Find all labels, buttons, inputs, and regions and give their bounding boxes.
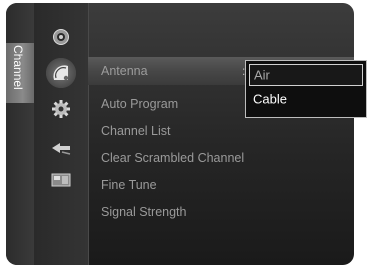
menu-item-label: Auto Program [101, 97, 179, 111]
category-tab-label: Channel [11, 45, 25, 90]
menu-header-band [88, 3, 354, 57]
dropdown-option-label: Air [254, 67, 270, 83]
menu-item-clear-scrambled-channel[interactable]: Clear Scrambled Channel [88, 144, 354, 172]
menu-item-fine-tune[interactable]: Fine Tune [88, 171, 354, 199]
antenna-dropdown[interactable]: Air Cable [245, 60, 367, 118]
menu-item-label: Channel List [101, 124, 171, 138]
category-tab-channel[interactable]: Channel [6, 43, 34, 103]
menu-icon-column [34, 3, 89, 265]
picture-icon[interactable] [50, 26, 72, 48]
category-sidebar: Channel [6, 3, 34, 265]
osd-menu-panel: Channel Antenna: Auto Program Channel L… [6, 3, 354, 265]
input-icon[interactable] [50, 137, 72, 159]
dropdown-option-cable[interactable]: Cable [249, 88, 363, 110]
setup-icon[interactable] [50, 98, 72, 120]
dropdown-option-air[interactable]: Air [249, 64, 363, 86]
menu-item-label: Antenna [101, 64, 148, 78]
dropdown-option-label: Cable [253, 91, 287, 107]
menu-item-label: Clear Scrambled Channel [101, 151, 245, 165]
channel-icon[interactable] [46, 58, 76, 88]
menu-item-label: Fine Tune [101, 178, 157, 192]
menu-item-signal-strength[interactable]: Signal Strength [88, 198, 354, 226]
application-icon[interactable] [50, 169, 72, 191]
menu-item-channel-list[interactable]: Channel List [88, 117, 354, 145]
menu-item-label: Signal Strength [101, 205, 187, 219]
